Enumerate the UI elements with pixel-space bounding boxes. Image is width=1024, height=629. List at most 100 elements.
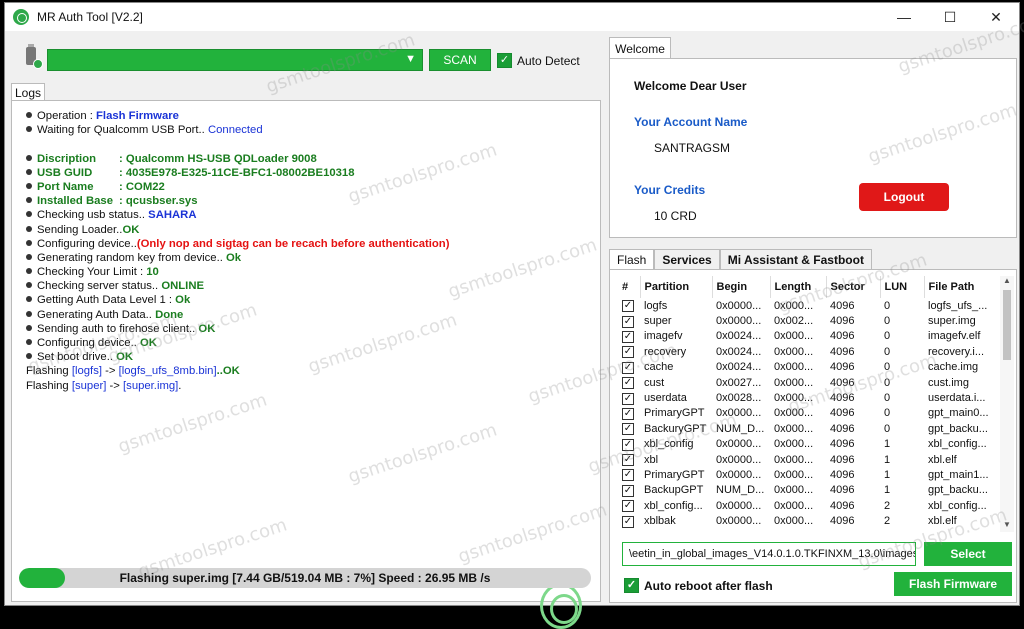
row-checkbox[interactable]: ✓: [618, 421, 640, 436]
table-cell: 0x0027...: [716, 376, 762, 389]
table-cell: xblbak: [644, 515, 676, 528]
checkbox-icon[interactable]: ✓: [622, 330, 634, 343]
tab-mi-assistant-fastboot[interactable]: Mi Assistant & Fastboot: [719, 249, 872, 269]
row-checkbox[interactable]: ✓: [618, 467, 640, 482]
checkbox-icon[interactable]: ✓: [622, 515, 634, 528]
row-checkbox[interactable]: ✓: [618, 513, 640, 528]
table-cell: imagefv.elf: [928, 330, 981, 343]
column-header[interactable]: Sector: [826, 276, 881, 298]
checkbox-icon[interactable]: ✓: [622, 300, 634, 313]
table-row[interactable]: ✓ PrimaryGPT 0x0000... 0x000... 4096 0 gpt_mai…: [618, 406, 998, 421]
column-header[interactable]: File Path: [924, 276, 998, 298]
port-dropdown[interactable]: ▼: [47, 49, 423, 71]
table-row[interactable]: ✓ PrimaryGPT 0x0000... 0x000... 4096 1 gpt_mai…: [618, 467, 998, 482]
row-checkbox[interactable]: ✓: [618, 498, 640, 513]
table-row[interactable]: ✓ recovery 0x0024... 0x000... 4096 0 recovery.…: [618, 344, 998, 359]
table-cell: xbl.elf: [928, 515, 957, 528]
auto-detect-checkbox[interactable]: ✓: [497, 53, 512, 68]
firmware-path-input[interactable]: \eetin_in_global_images_V14.0.1.0.TKFINX…: [622, 542, 916, 566]
flash-firmware-button[interactable]: Flash Firmware: [894, 572, 1012, 596]
table-row[interactable]: ✓ BackuryGPT NUM_D... 0x000... 4096 0 gpt_back…: [618, 421, 998, 436]
table-cell: 0x0024...: [716, 330, 762, 343]
column-header[interactable]: LUN: [880, 276, 925, 298]
table-cell: 0x000...: [774, 345, 814, 358]
chevron-down-icon[interactable]: ▼: [405, 53, 416, 65]
log-line: Configuring device..(Only nop and sigtag…: [26, 237, 449, 251]
select-button[interactable]: Select: [924, 542, 1012, 566]
checkbox-icon[interactable]: ✓: [622, 315, 634, 328]
auto-detect-label: Auto Detect: [517, 53, 580, 68]
scan-button[interactable]: SCAN: [429, 49, 491, 71]
row-checkbox[interactable]: ✓: [618, 452, 640, 467]
row-checkbox[interactable]: ✓: [618, 375, 640, 390]
table-row[interactable]: ✓ xbl_config... 0x0000... 0x000... 4096 2 xbl_…: [618, 498, 998, 513]
tab-logs[interactable]: Logs: [11, 83, 45, 101]
checkbox-icon[interactable]: ✓: [622, 423, 634, 436]
table-row[interactable]: ✓ super 0x0000... 0x002... 4096 0 super.img: [618, 313, 998, 328]
table-cell: 0: [884, 407, 891, 420]
checkbox-icon[interactable]: ✓: [622, 346, 634, 359]
row-checkbox[interactable]: ✓: [618, 344, 640, 359]
row-checkbox[interactable]: ✓: [618, 483, 640, 498]
column-header[interactable]: #: [618, 276, 641, 298]
auto-reboot-toggle[interactable]: ✓ Auto reboot after flash: [624, 578, 773, 593]
table-row[interactable]: ✓ BackupGPT NUM_D... 0x000... 4096 1 gpt_backu…: [618, 483, 998, 498]
row-checkbox[interactable]: ✓: [618, 313, 640, 328]
column-header[interactable]: Partition: [640, 276, 713, 298]
log-line: Operation : Flash Firmware: [26, 109, 449, 123]
maximize-button[interactable]: ☐: [927, 3, 973, 31]
table-row[interactable]: ✓ xbl 0x0000... 0x000... 4096 1 xbl.elf: [618, 452, 998, 467]
table-row[interactable]: ✓ xblbak 0x0000... 0x000... 4096 2 xbl.elf: [618, 513, 998, 528]
checkbox-icon[interactable]: ✓: [622, 361, 634, 374]
checkbox-icon[interactable]: ✓: [622, 454, 634, 467]
table-cell: recovery.i...: [928, 345, 985, 358]
row-checkbox[interactable]: ✓: [618, 390, 640, 405]
app-window: MR Auth Tool [V2.2] — ☐ ✕ ▼ SCAN ✓ Auto …: [4, 2, 1024, 629]
table-row[interactable]: ✓ userdata 0x0028... 0x000... 4096 0 userdata.…: [618, 390, 998, 405]
table-row[interactable]: ✓ logfs 0x0000... 0x000... 4096 0 logfs_ufs_..…: [618, 298, 998, 313]
table-cell: 4096: [830, 453, 855, 466]
row-checkbox[interactable]: ✓: [618, 437, 640, 452]
tab-welcome[interactable]: Welcome: [609, 37, 671, 59]
logout-button[interactable]: Logout: [859, 183, 949, 211]
scroll-up-icon[interactable]: ▲: [1000, 276, 1014, 288]
row-checkbox[interactable]: ✓: [618, 298, 640, 313]
scrollbar-thumb[interactable]: [1003, 290, 1011, 360]
window-title: MR Auth Tool [V2.2]: [37, 10, 143, 24]
row-checkbox[interactable]: ✓: [618, 360, 640, 375]
table-row[interactable]: ✓ xbl_config 0x0000... 0x000... 4096 1 xbl_con…: [618, 437, 998, 452]
tab-services[interactable]: Services: [654, 249, 720, 269]
account-name-value: SANTRAGSM: [654, 141, 731, 155]
scroll-down-icon[interactable]: ▼: [1000, 520, 1014, 532]
table-row[interactable]: ✓ cache 0x0024... 0x000... 4096 0 cache.img: [618, 360, 998, 375]
column-header[interactable]: Length: [770, 276, 827, 298]
close-button[interactable]: ✕: [973, 3, 1019, 31]
column-header[interactable]: Begin: [712, 276, 771, 298]
checkbox-icon[interactable]: ✓: [622, 407, 634, 420]
checkbox-icon[interactable]: ✓: [622, 392, 634, 405]
auto-detect-toggle[interactable]: ✓ Auto Detect: [497, 53, 580, 68]
auto-reboot-checkbox[interactable]: ✓: [624, 578, 639, 593]
credits-label: Your Credits: [634, 183, 706, 197]
table-cell: 4096: [830, 392, 855, 405]
row-checkbox[interactable]: ✓: [618, 406, 640, 421]
minimize-button[interactable]: —: [881, 3, 927, 31]
checkbox-icon[interactable]: ✓: [622, 500, 634, 513]
table-row[interactable]: ✓ cust 0x0027... 0x000... 4096 0 cust.img: [618, 375, 998, 390]
table-row[interactable]: ✓ imagefv 0x0024... 0x000... 4096 0 imagefv.el…: [618, 329, 998, 344]
checkbox-icon[interactable]: ✓: [622, 469, 634, 482]
log-line: Discription: Qualcomm HS-USB QDLoader 90…: [26, 152, 449, 166]
checkbox-icon[interactable]: ✓: [622, 438, 634, 451]
welcome-heading: Welcome Dear User: [634, 79, 747, 93]
log-line: Configuring device.. OK: [26, 336, 449, 350]
checkbox-icon[interactable]: ✓: [622, 484, 634, 497]
row-checkbox[interactable]: ✓: [618, 329, 640, 344]
table-scrollbar[interactable]: ▲ ▼: [1000, 276, 1014, 532]
table-cell: xbl_config...: [928, 499, 987, 512]
checkbox-icon[interactable]: ✓: [622, 377, 634, 390]
table-cell: 0x000...: [774, 438, 814, 451]
table-cell: 2: [884, 515, 891, 528]
table-cell: logfs_ufs_...: [928, 299, 988, 312]
table-cell: 4096: [830, 330, 855, 343]
tab-flash[interactable]: Flash: [609, 249, 655, 270]
